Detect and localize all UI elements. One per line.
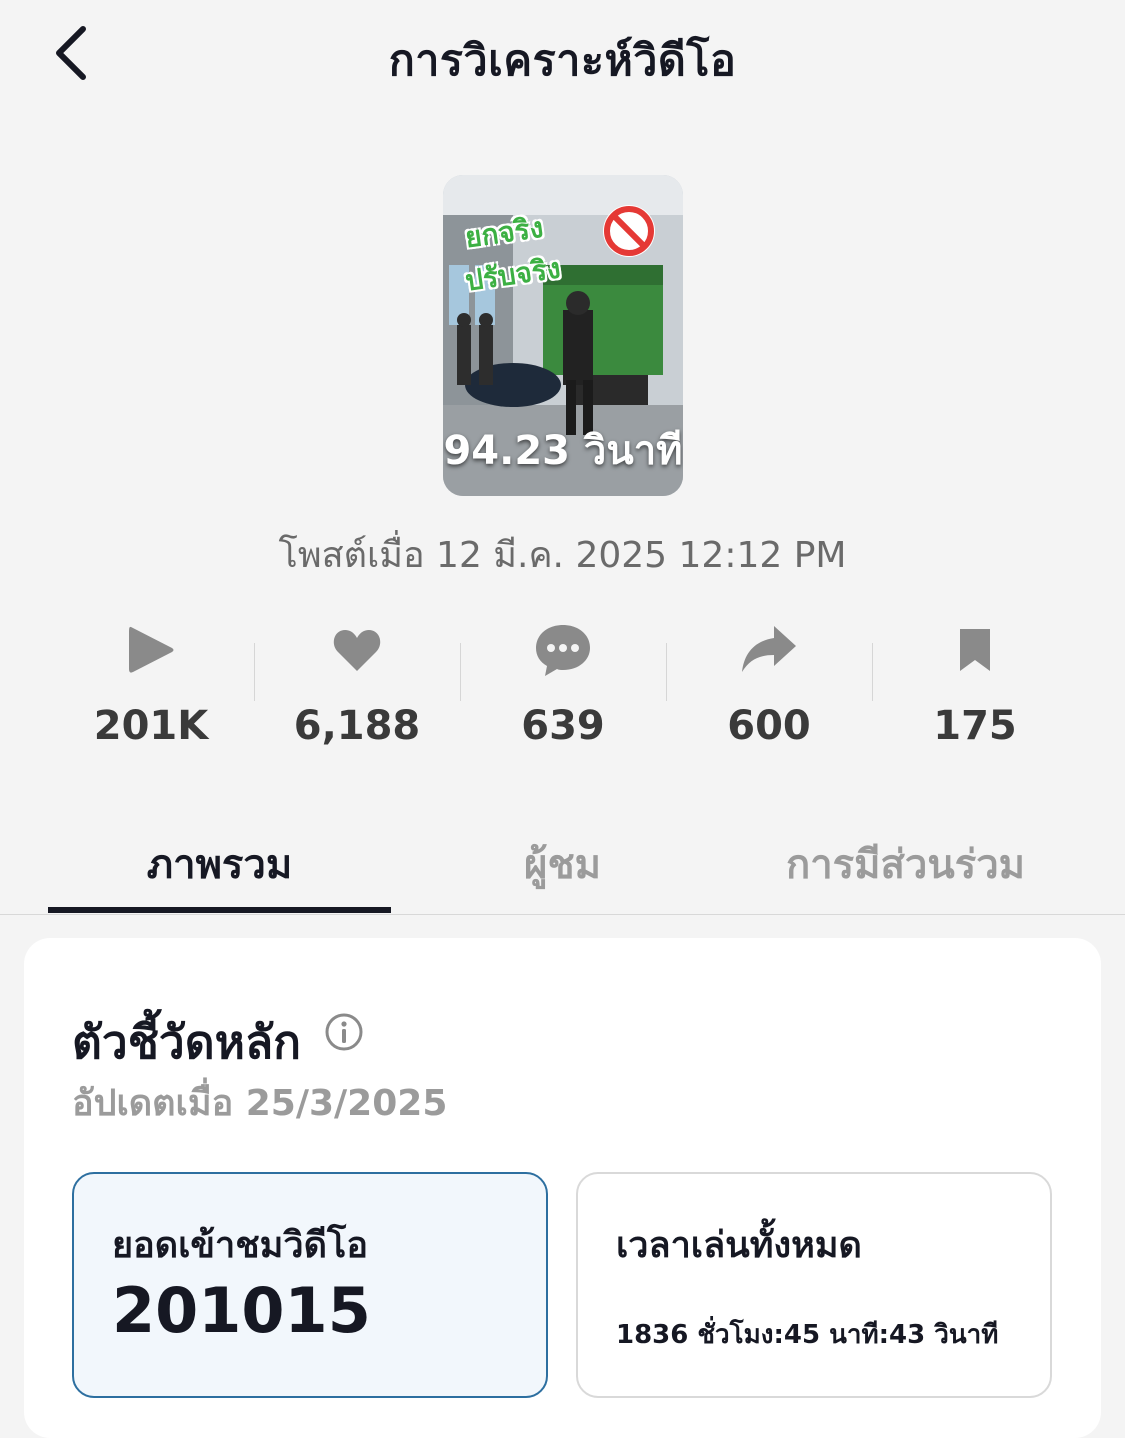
stat-likes-value: 6,188 [293,703,421,749]
metric-total-watch-time-value: 1836 ชั่วโมง:45 นาที:43 วินาที [616,1320,999,1350]
stat-shares: 600 [666,615,872,765]
header-bar: การวิเคราะห์วิดีโอ [0,0,1125,110]
key-metrics-card: ตัวชี้วัดหลัก อัปเดตเมื่อ 25/3/2025 ยอดเ… [24,938,1101,1438]
posted-date: โพสต์เมื่อ 12 มี.ค. 2025 12:12 PM [278,535,847,576]
page-title: การวิเคราะห์วิดีโอ [388,36,737,86]
heart-icon [333,630,381,671]
play-icon [129,626,174,673]
active-tab-indicator [48,907,391,913]
comment-icon [536,625,590,676]
bookmark-icon [960,629,990,671]
stat-saves: 175 [872,615,1078,765]
stat-saves-value: 175 [933,703,1017,749]
stat-likes: 6,188 [254,615,460,765]
stat-comments-value: 639 [521,703,605,749]
tab-overview[interactable]: ภาพรวม [48,832,391,896]
stat-comments: 639 [460,615,666,765]
stats-row: 201K 6,188 639 600 175 [48,615,1078,765]
metric-video-views-label: ยอดเข้าชมวิดีโอ [112,1225,368,1266]
updated-date: อัปเดตเมื่อ 25/3/2025 [72,1083,448,1124]
metric-video-views[interactable]: ยอดเข้าชมวิดีโอ 201015 [72,1172,548,1398]
share-icon [742,626,796,672]
video-duration: 94.23 วินาที [443,428,683,474]
info-icon[interactable] [324,1012,364,1052]
key-metrics-title: ตัวชี้วัดหลัก [72,1015,301,1069]
metric-video-views-value: 201015 [112,1274,371,1347]
video-thumbnail[interactable]: ยกจริง ปรับจริง 94.23 วินาที [443,175,683,496]
tab-engagement[interactable]: การมีส่วนร่วม [734,832,1077,896]
tab-audience[interactable]: ผู้ชม [391,832,734,896]
metric-total-watch-time[interactable]: เวลาเล่นทั้งหมด 1836 ชั่วโมง:45 นาที:43 … [576,1172,1052,1398]
tab-bar: ภาพรวม ผู้ชม การมีส่วนร่วม [0,820,1125,915]
stat-shares-value: 600 [727,703,811,749]
stat-views-value: 201K [93,703,209,749]
metric-total-watch-time-label: เวลาเล่นทั้งหมด [616,1225,862,1266]
stat-views: 201K [48,615,254,765]
